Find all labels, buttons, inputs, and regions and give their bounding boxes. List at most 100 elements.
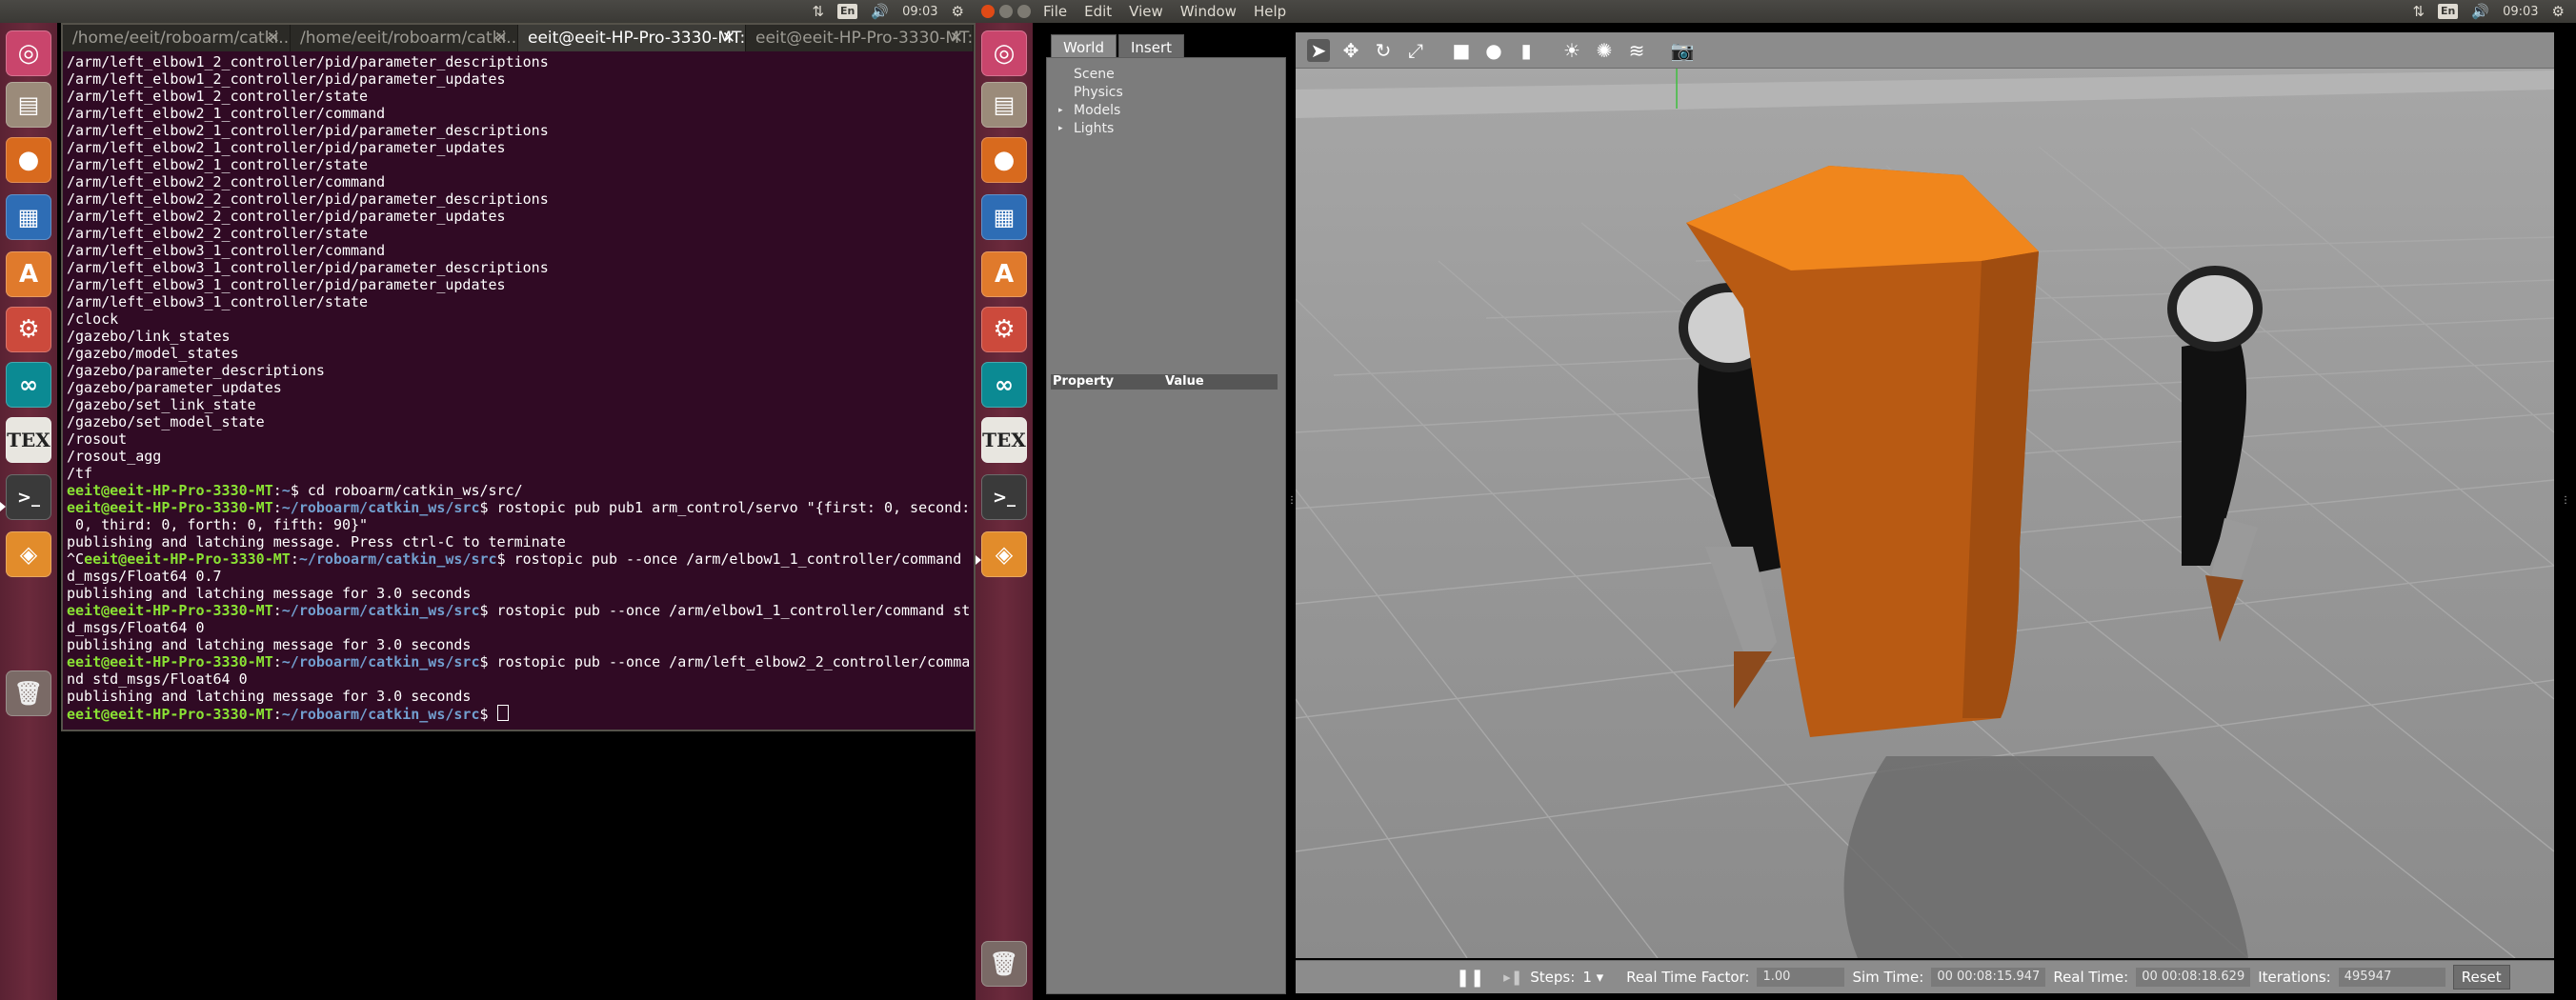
terminal-line: /gazebo/model_states [67, 345, 239, 362]
tree-item-physics[interactable]: Physics [1074, 84, 1123, 102]
terminal-line: ^Ceeit@eeit-HP-Pro-3330-MT:~/roboarm/cat… [67, 550, 962, 568]
expand-arrow-icon[interactable]: ▸ [1058, 120, 1063, 138]
firefox-icon[interactable]: ● [981, 137, 1027, 183]
writer-icon[interactable]: ▦ [981, 194, 1027, 240]
terminal-line: /arm/left_elbow2_1_controller/pid/parame… [67, 139, 506, 156]
files-icon[interactable]: ▤ [6, 82, 51, 128]
terminal-line: publishing and latching message for 3.0 … [67, 688, 472, 705]
clock[interactable]: 09:03 [2503, 5, 2538, 19]
menu-window[interactable]: Window [1180, 0, 1237, 23]
terminal-line: publishing and latching message. Press c… [67, 533, 566, 550]
top-panel-left: ⇅ En 🔊 09:03 ⚙ [0, 0, 976, 23]
terminal-tab-2[interactable]: /home/eeit/roboarm/catki... ✕ [291, 25, 518, 51]
screenshot-icon[interactable]: 📷 [1671, 39, 1695, 62]
keyboard-indicator[interactable]: En [837, 4, 858, 19]
world-panel: Scene Physics ▸ Models ▸ Lights [1046, 57, 1286, 994]
directional-light-icon[interactable]: ≋ [1625, 39, 1648, 62]
active-indicator [0, 502, 6, 511]
gazebo-icon[interactable]: ◈ [6, 531, 51, 577]
volume-icon[interactable]: 🔊 [871, 0, 889, 23]
terminal-line: 0, third: 0, forth: 0, fifth: 90}" [67, 516, 369, 533]
tree-item-models[interactable]: ▸ Models [1058, 102, 1123, 120]
terminal-output[interactable]: /arm/left_elbow1_2_controller/pid/parame… [63, 51, 974, 725]
terminal-line: nd std_msgs/Float64 0 [67, 670, 248, 688]
pause-icon[interactable]: ❚❚ [1456, 968, 1484, 988]
terminal-tab-3[interactable]: eeit@eeit-HP-Pro-3330-MT: ... ✕ [518, 25, 746, 51]
terminal-line: publishing and latching message for 3.0 … [67, 636, 472, 653]
gazebo-icon[interactable]: ◈ [981, 531, 1027, 577]
point-light-icon[interactable]: ☀ [1560, 39, 1583, 62]
real-time-label: Real Time: [2053, 969, 2129, 986]
terminal-line: /gazebo/set_model_state [67, 413, 265, 430]
trash-icon[interactable]: 🗑 [981, 941, 1027, 987]
tree-item-lights[interactable]: ▸ Lights [1058, 120, 1123, 138]
ubuntu-dash-icon[interactable]: ◎ [6, 30, 51, 76]
firefox-icon[interactable]: ● [6, 137, 51, 183]
terminal-line: eeit@eeit-HP-Pro-3330-MT:~$ cd roboarm/c… [67, 482, 523, 499]
select-mode-icon[interactable]: ➤ [1307, 38, 1330, 62]
keyboard-indicator[interactable]: En [2438, 4, 2459, 19]
arduino-icon[interactable]: ∞ [981, 362, 1027, 408]
terminal-icon[interactable]: >_ [6, 474, 51, 520]
close-window-button[interactable] [981, 5, 995, 18]
cylinder-shape-icon[interactable]: ▮ [1515, 39, 1538, 62]
menu-view[interactable]: View [1129, 0, 1163, 23]
reset-button[interactable]: Reset [2452, 965, 2510, 990]
panel-splitter[interactable]: ⋮ [1287, 495, 1297, 506]
panel-splitter[interactable]: ⋮ [2561, 495, 2570, 506]
trash-icon[interactable]: 🗑 [6, 670, 51, 716]
step-icon[interactable]: ▸❚ [1503, 969, 1522, 986]
terminal-line: /gazebo/parameter_updates [67, 379, 282, 396]
sphere-shape-icon[interactable]: ● [1482, 39, 1505, 62]
scale-mode-icon[interactable]: ⤢ [1404, 39, 1427, 62]
minimize-window-button[interactable] [999, 5, 1013, 18]
settings-icon[interactable]: ⚙ [6, 307, 51, 352]
software-center-icon[interactable]: A [6, 251, 51, 297]
arduino-icon[interactable]: ∞ [6, 362, 51, 408]
network-icon[interactable]: ⇅ [2412, 0, 2425, 23]
scene-viewport[interactable] [1296, 32, 2554, 958]
close-icon[interactable]: ✕ [267, 25, 280, 51]
terminal-line: /arm/left_elbow2_2_controller/pid/parame… [67, 208, 506, 225]
close-icon[interactable]: ✕ [494, 25, 508, 51]
network-icon[interactable]: ⇅ [812, 0, 824, 23]
terminal-line: /clock [67, 310, 119, 328]
menu-help[interactable]: Help [1254, 0, 1286, 23]
terminal-line: /arm/left_elbow1_2_controller/pid/parame… [67, 70, 506, 88]
expand-arrow-icon[interactable]: ▸ [1058, 102, 1063, 120]
gear-icon[interactable]: ⚙ [2552, 0, 2565, 23]
settings-icon[interactable]: ⚙ [981, 307, 1027, 352]
menu-file[interactable]: File [1043, 0, 1067, 23]
launcher-right: ◎ ▤ ● ▦ A ⚙ ∞ TEX >_ ◈ 🗑 [976, 23, 1033, 1000]
ubuntu-dash-icon[interactable]: ◎ [981, 30, 1027, 76]
tree-item-scene[interactable]: Scene [1074, 66, 1123, 84]
files-icon[interactable]: ▤ [981, 82, 1027, 128]
terminal-line: /arm/left_elbow2_2_controller/state [67, 225, 369, 242]
writer-icon[interactable]: ▦ [6, 194, 51, 240]
terminal-line: /arm/left_elbow1_2_controller/pid/parame… [67, 53, 549, 70]
gear-icon[interactable]: ⚙ [952, 0, 964, 23]
tex-icon[interactable]: TEX [6, 417, 51, 463]
maximize-window-button[interactable] [1017, 5, 1031, 18]
box-shape-icon[interactable]: ■ [1450, 39, 1473, 62]
clock[interactable]: 09:03 [902, 5, 937, 19]
iterations-value: 495947 [2338, 968, 2445, 987]
scene-toolbar: ➤ ✥ ↻ ⤢ ■ ● ▮ ☀ ✺ ≋ 📷 [1296, 32, 2554, 69]
terminal-tab-4[interactable]: eeit@eeit-HP-Pro-3330-MT: ... ✕ [746, 25, 974, 51]
terminal-line: /gazebo/parameter_descriptions [67, 362, 325, 379]
terminal-icon[interactable]: >_ [981, 474, 1027, 520]
tex-icon[interactable]: TEX [981, 417, 1027, 463]
steps-spinbox[interactable]: 1 ▾ [1582, 969, 1603, 986]
volume-icon[interactable]: 🔊 [2471, 0, 2489, 23]
close-icon[interactable]: ✕ [950, 25, 963, 51]
rotate-mode-icon[interactable]: ↻ [1372, 39, 1395, 62]
software-center-icon[interactable]: A [981, 251, 1027, 297]
spot-light-icon[interactable]: ✺ [1593, 39, 1616, 62]
translate-mode-icon[interactable]: ✥ [1339, 39, 1362, 62]
world-tree: Scene Physics ▸ Models ▸ Lights [1058, 66, 1123, 138]
terminal-tab-1[interactable]: /home/eeit/roboarm/catki... ✕ [63, 25, 291, 51]
close-icon[interactable]: ✕ [722, 25, 735, 51]
menu-edit[interactable]: Edit [1084, 0, 1112, 23]
text-cursor [496, 705, 509, 721]
property-header: Property Value [1051, 374, 1278, 390]
